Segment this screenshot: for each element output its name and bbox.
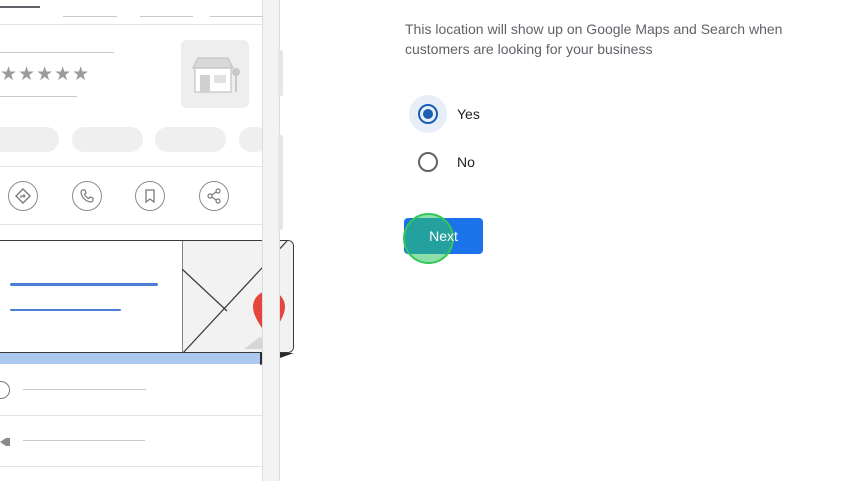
tab-line xyxy=(210,16,262,17)
tab-line xyxy=(63,16,117,17)
rating-stars: ★★★★★ xyxy=(0,64,91,85)
placeholder-line xyxy=(23,389,146,390)
radio-focus-halo xyxy=(409,143,447,181)
bookmark-icon xyxy=(135,181,165,211)
card-highlight-bar xyxy=(0,353,270,364)
divider xyxy=(0,166,262,167)
placeholder-line xyxy=(0,52,114,53)
clock-icon xyxy=(0,381,10,399)
tag-icon xyxy=(0,438,10,446)
location-description: This location will show up on Google Map… xyxy=(405,21,783,57)
address-line xyxy=(10,309,121,311)
radio-focus-halo xyxy=(409,95,447,133)
directions-icon xyxy=(8,181,38,211)
radio-label-yes: Yes xyxy=(457,106,480,122)
next-button-label: Next xyxy=(429,228,458,244)
business-profile-illustration: ★★★★★ xyxy=(0,0,300,481)
placeholder-line xyxy=(0,96,77,97)
divider xyxy=(0,24,262,25)
radio-option-yes[interactable]: Yes xyxy=(409,95,480,133)
storefront-thumbnail xyxy=(181,40,249,108)
radio-dot xyxy=(423,109,433,119)
radio-option-no[interactable]: No xyxy=(409,144,475,180)
address-line xyxy=(10,283,158,286)
category-chip xyxy=(72,127,143,152)
divider xyxy=(0,224,262,225)
phone-icon xyxy=(72,181,102,211)
radio-label-no: No xyxy=(457,154,475,170)
scroll-rail-segment xyxy=(278,50,283,96)
radio-button-no[interactable] xyxy=(418,152,438,172)
location-card xyxy=(0,240,294,353)
scroll-rail-segment xyxy=(278,135,283,230)
radio-button-yes[interactable] xyxy=(418,104,438,124)
tab-indicator xyxy=(0,6,40,8)
category-chip xyxy=(155,127,226,152)
category-chip xyxy=(0,127,59,152)
divider xyxy=(0,415,262,416)
share-icon xyxy=(199,181,229,211)
placeholder-line xyxy=(23,440,145,441)
storefront-icon xyxy=(192,57,240,93)
divider xyxy=(0,466,262,467)
tab-line xyxy=(140,16,193,17)
